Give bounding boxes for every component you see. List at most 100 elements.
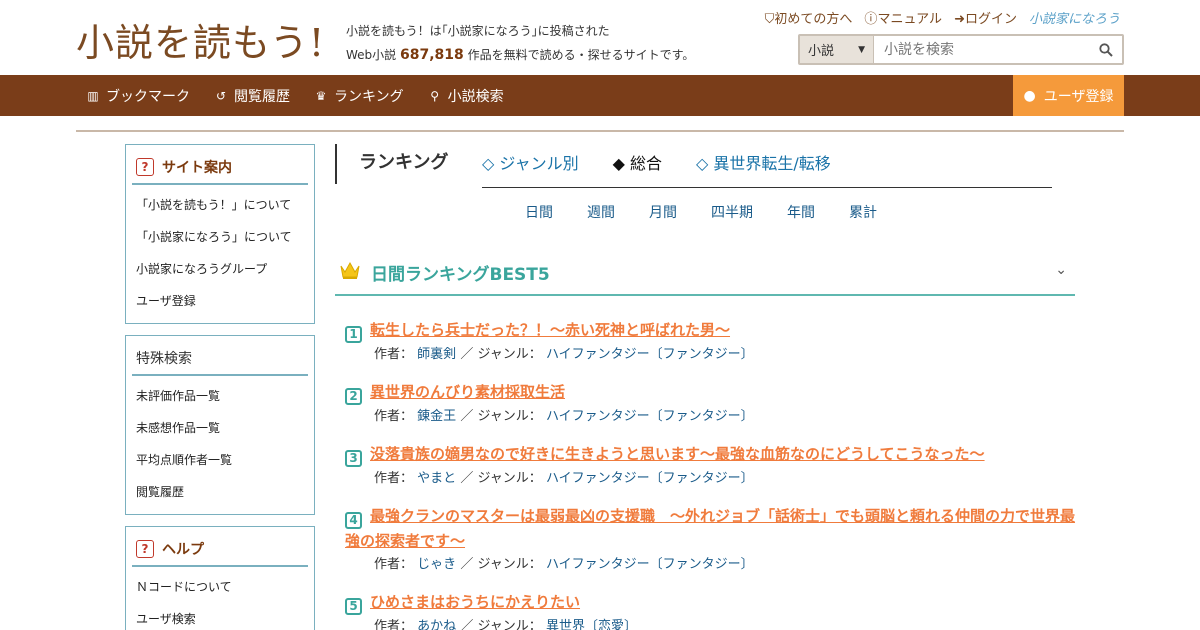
tab-genre[interactable]: ◇ ジャンル別 xyxy=(482,150,579,187)
site-tagline: 小説を読もう！は｢小説家になろう｣に投稿された Web小説 687,818 作品… xyxy=(346,19,694,67)
help-circle-icon: ⓘ xyxy=(864,12,878,27)
search-input[interactable] xyxy=(874,36,1090,63)
chevron-down-icon[interactable]: ⌄ xyxy=(1055,262,1067,278)
rank-number-icon: 3 xyxy=(345,450,362,467)
author-link[interactable]: 師裏剣 xyxy=(417,347,456,362)
sidebar-title: サイト案内 xyxy=(162,160,232,176)
nav-history[interactable]: ↺ 閲覧履歴 xyxy=(214,86,290,106)
period-links: 日間 週間 月間 四半期 年間 累計 xyxy=(525,202,877,222)
sidebar-item-about-narou[interactable]: 「小説家になろう」について xyxy=(136,225,304,257)
author-link[interactable]: 錬金王 xyxy=(417,409,456,424)
search-bar: 小説 ▼ xyxy=(798,34,1124,65)
search-submit-button[interactable] xyxy=(1090,36,1122,63)
ranking-entry: 4 最強クランのマスターは最弱最凶の支援職 ～外れジョブ「話術士」でも頭脳と頼れる… xyxy=(345,504,1075,574)
period-yearly[interactable]: 年間 xyxy=(787,202,815,222)
period-total[interactable]: 累計 xyxy=(849,202,877,222)
sidebar-item-no-reviews[interactable]: 未感想作品一覧 xyxy=(136,416,304,448)
register-button[interactable]: ● ユーザ登録 xyxy=(1013,75,1124,116)
sidebar-title: ヘルプ xyxy=(162,542,204,558)
tagline-suffix: 作品を無料で読める・探せるサイトです。 xyxy=(467,48,695,62)
rank-number-icon: 2 xyxy=(345,388,362,405)
sidebar-item-narou-group[interactable]: 小説家になろうグループ xyxy=(136,257,304,289)
search-type-select[interactable]: 小説 ▼ xyxy=(800,36,874,63)
top-links: ⛉初めての方へ ⓘマニュアル ➜ログイン 小説家になろう xyxy=(765,8,1120,27)
period-monthly[interactable]: 月間 xyxy=(649,202,677,222)
genre-label: ／ ジャンル： xyxy=(460,347,542,362)
search-type-value: 小説 xyxy=(808,44,835,59)
genre-label: ／ ジャンル： xyxy=(460,619,542,630)
genre-link[interactable]: ハイファンタジー〔ファンタジー〕 xyxy=(546,347,754,362)
sidebar-item-register[interactable]: ユーザ登録 xyxy=(136,289,304,321)
genre-link[interactable]: ハイファンタジー〔ファンタジー〕 xyxy=(546,409,754,424)
rank-number-icon: 1 xyxy=(345,326,362,343)
sidebar-help: ? ヘルプ Ｎコードについて ユーザ検索 xyxy=(125,526,315,630)
author-label: 作者： xyxy=(374,409,414,424)
rank-number-icon: 4 xyxy=(345,512,362,529)
ranking-entry: 2 異世界のんびり素材採取生活 作者： 錬金王 ／ ジャンル： ハイファンタジー〔… xyxy=(345,380,1075,426)
ranking-entry: 3 没落貴族の嫡男なので好きに生きようと思います～最強な血筋なのにどうしてこうなっ… xyxy=(345,442,1075,488)
section-title: 日間ランキングBEST5 xyxy=(371,265,550,285)
site-logo[interactable]: 小説を読もう! xyxy=(76,12,325,67)
sidebar-special-search: 特殊検索 未評価作品一覧 未感想作品一覧 平均点順作者一覧 閲覧履歴 xyxy=(125,335,315,515)
narou-partner-logo[interactable]: 小説家になろう xyxy=(1029,8,1120,27)
crown-icon: ♛ xyxy=(315,88,327,103)
work-count: 687,818 xyxy=(400,47,464,63)
chevron-down-icon: ▼ xyxy=(858,44,865,55)
ranking-heading: ランキング xyxy=(335,144,448,184)
genre-link[interactable]: 異世界〔恋愛〕 xyxy=(546,619,637,630)
sidebar-item-avg-score-authors[interactable]: 平均点順作者一覧 xyxy=(136,448,304,480)
search-icon: ⚲ xyxy=(430,88,439,103)
bookmark-icon: ▥ xyxy=(87,88,99,103)
genre-link[interactable]: ハイファンタジー〔ファンタジー〕 xyxy=(546,557,754,572)
site-header: 小説を読もう! 小説を読もう！は｢小説家になろう｣に投稿された Web小説 68… xyxy=(0,0,1200,75)
nav-ranking[interactable]: ♛ ランキング xyxy=(314,86,404,106)
genre-label: ／ ジャンル： xyxy=(460,409,542,424)
sidebar-item-about-yomou[interactable]: 「小説を読もう！」について xyxy=(136,193,304,225)
author-link[interactable]: じゃき xyxy=(417,557,456,572)
search-icon xyxy=(1099,42,1113,57)
tagline-prefix: Web小説 xyxy=(346,48,397,62)
author-label: 作者： xyxy=(374,347,414,362)
author-label: 作者： xyxy=(374,471,414,486)
login-link[interactable]: ➜ログイン xyxy=(954,8,1017,27)
ranking-tabs: ◇ ジャンル別 ◆ 総合 ◇ 異世界転生/転移 xyxy=(482,150,1052,188)
period-quarterly[interactable]: 四半期 xyxy=(711,202,753,222)
novel-title-link[interactable]: 異世界のんびり素材採取生活 xyxy=(370,383,565,401)
sidebar-item-unrated[interactable]: 未評価作品一覧 xyxy=(136,384,304,416)
period-weekly[interactable]: 週間 xyxy=(587,202,615,222)
author-label: 作者： xyxy=(374,557,414,572)
tagline-line2: Web小説 687,818 作品を無料で読める・探せるサイトです。 xyxy=(346,43,694,67)
manual-link[interactable]: ⓘマニュアル xyxy=(864,8,942,27)
novel-title-link[interactable]: 転生したら兵士だった？！～赤い死神と呼ばれた男～ xyxy=(370,321,730,339)
beginners-link[interactable]: ⛉初めての方へ xyxy=(765,8,853,27)
ranking-entry: 5 ひめさまはおうちにかえりたい 作者： あかね ／ ジャンル： 異世界〔恋愛〕 xyxy=(345,590,1075,630)
genre-label: ／ ジャンル： xyxy=(460,557,542,572)
user-icon: ● xyxy=(1023,87,1036,104)
sidebar-item-user-search[interactable]: ユーザ検索 xyxy=(136,607,304,630)
sidebar-item-history[interactable]: 閲覧履歴 xyxy=(136,480,304,512)
sidebar-item-ncode[interactable]: Ｎコードについて xyxy=(136,575,304,607)
tab-overall[interactable]: ◆ 総合 xyxy=(613,150,662,187)
period-daily[interactable]: 日間 xyxy=(525,202,553,222)
novel-title-link[interactable]: 最強クランのマスターは最弱最凶の支援職 ～外れジョブ「話術士」でも頭脳と頼れる仲… xyxy=(345,507,1075,550)
author-link[interactable]: あかね xyxy=(417,619,456,630)
main-nav: ▥ ブックマーク ↺ 閲覧履歴 ♛ ランキング ⚲ 小説検索 ● ユーザ登録 xyxy=(0,75,1200,116)
shield-icon: ⛉ xyxy=(764,12,775,27)
login-icon: ➜ xyxy=(954,12,965,27)
main-container: ? サイト案内 「小説を読もう！」について 「小説家になろう」について 小説家に… xyxy=(76,130,1124,630)
tab-isekai[interactable]: ◇ 異世界転生/転移 xyxy=(696,150,831,187)
tagline-line1: 小説を読もう！は｢小説家になろう｣に投稿された xyxy=(346,24,610,38)
author-link[interactable]: やまと xyxy=(417,471,456,486)
novel-title-link[interactable]: 没落貴族の嫡男なので好きに生きようと思います～最強な血筋なのにどうしてこうなった… xyxy=(370,445,985,463)
history-icon: ↺ xyxy=(215,88,227,103)
genre-label: ／ ジャンル： xyxy=(460,471,542,486)
nav-search[interactable]: ⚲ 小説検索 xyxy=(428,86,503,106)
novel-title-link[interactable]: ひめさまはおうちにかえりたい xyxy=(370,593,580,611)
daily-ranking-section-header[interactable]: 日間ランキングBEST5 ⌄ xyxy=(335,250,1075,296)
sidebar-site-guide: ? サイト案内 「小説を読もう！」について 「小説家になろう」について 小説家に… xyxy=(125,144,315,324)
nav-bookmark[interactable]: ▥ ブックマーク xyxy=(86,86,190,106)
rank-number-icon: 5 xyxy=(345,598,362,615)
question-icon: ? xyxy=(136,158,154,176)
genre-link[interactable]: ハイファンタジー〔ファンタジー〕 xyxy=(546,471,754,486)
sidebar-title: 特殊検索 xyxy=(136,351,192,367)
